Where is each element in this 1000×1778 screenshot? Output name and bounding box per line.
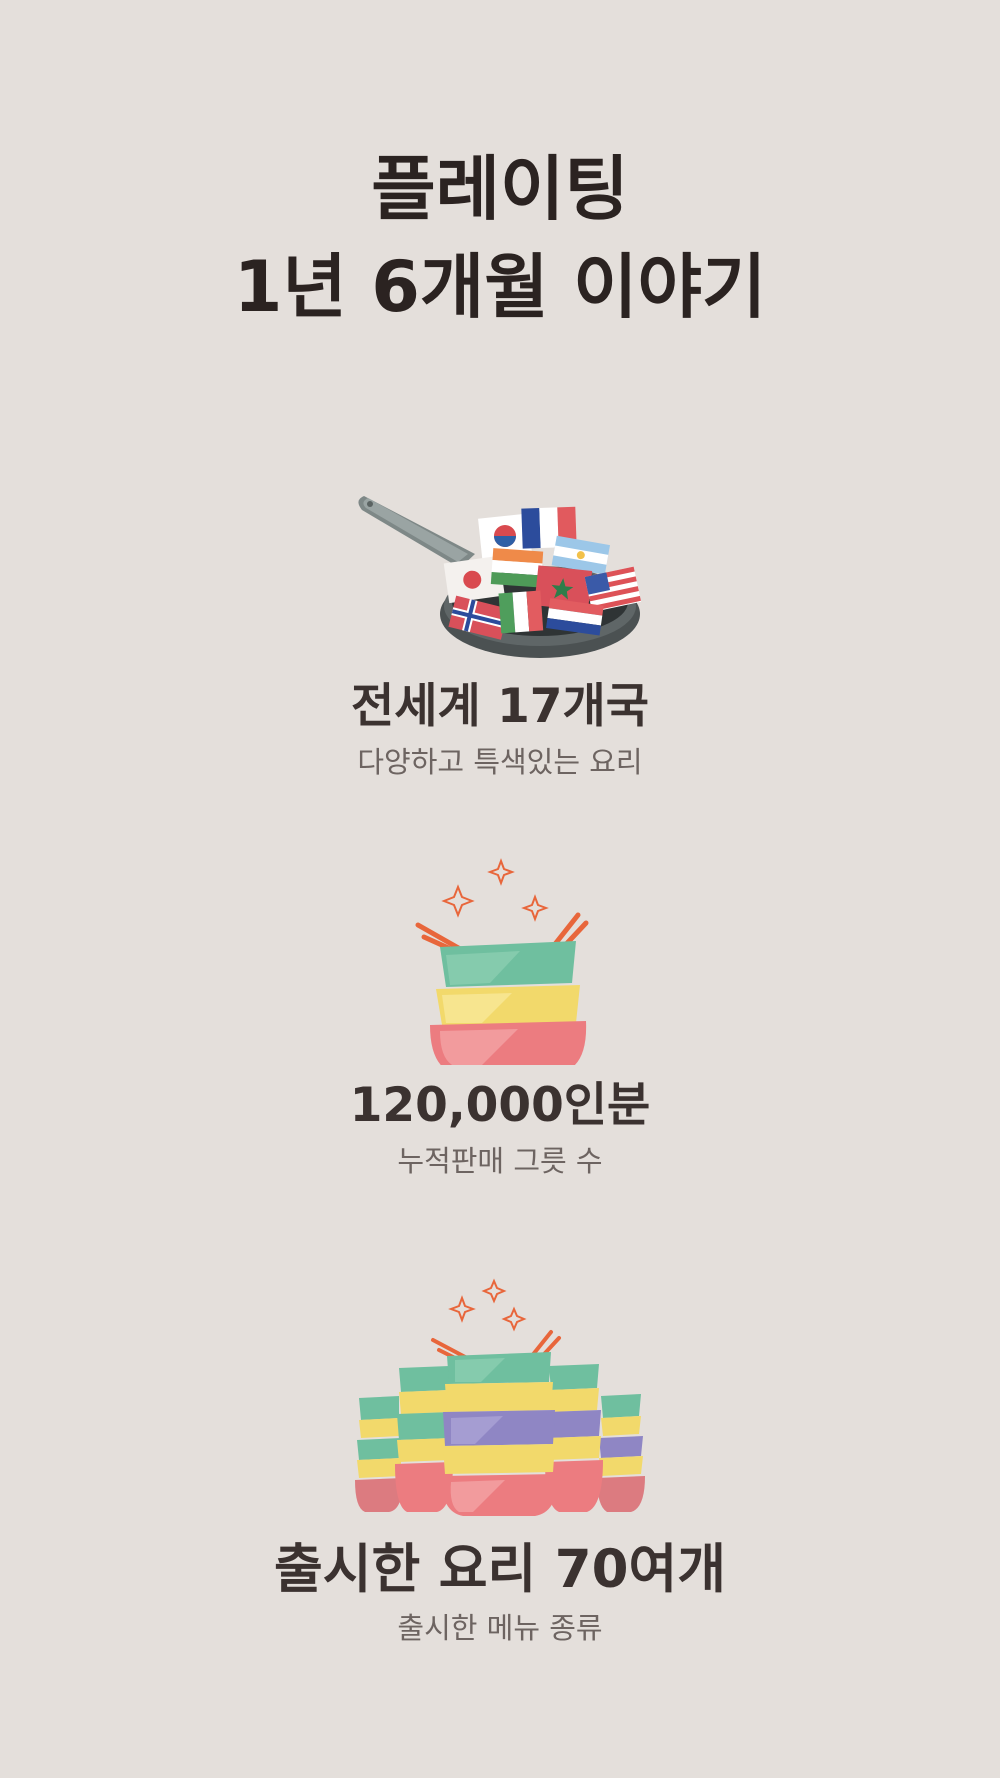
stat-caption: 누적판매 그릇 수 xyxy=(397,1144,603,1178)
stat-headline: 전세계 17개국 xyxy=(351,679,649,734)
title-line-1: 플레이팅 xyxy=(371,148,629,230)
many-stacked-bowls-icon xyxy=(355,1278,645,1516)
frying-pan-flags-icon xyxy=(358,496,642,658)
stat-caption: 출시한 메뉴 종류 xyxy=(397,1611,603,1645)
stat-headline: 120,000인분 xyxy=(349,1078,651,1133)
title-line-2: 1년 6개월 이야기 xyxy=(233,246,767,328)
stacked-bowls-icon xyxy=(415,858,589,1065)
stat-servings: 120,000인분 누적판매 그릇 수 xyxy=(0,855,1000,1181)
stat-countries: 전세계 17개국 다양하고 특색있는 요리 xyxy=(0,478,1000,782)
page-title: 플레이팅 1년 6개월 이야기 xyxy=(0,140,1000,336)
stat-caption: 다양하고 특색있는 요리 xyxy=(357,745,643,779)
stat-headline: 출시한 요리 70여개 xyxy=(274,1539,726,1600)
stat-menus: 출시한 요리 70여개 출시한 메뉴 종류 xyxy=(0,1272,1000,1648)
